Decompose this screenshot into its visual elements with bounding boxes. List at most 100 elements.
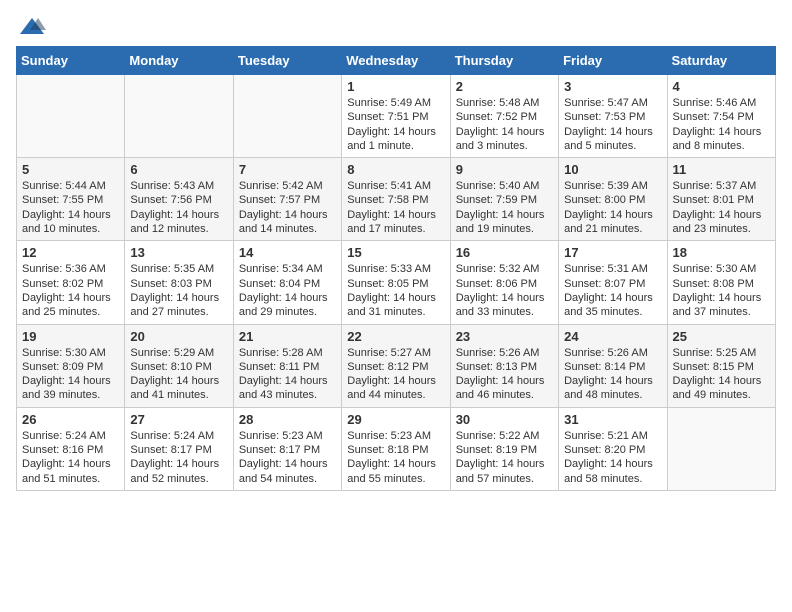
day-number: 1 bbox=[347, 79, 444, 94]
day-info-line: Daylight: 14 hours and 1 minute. bbox=[347, 125, 444, 154]
day-number: 9 bbox=[456, 162, 553, 177]
day-info-line: Sunset: 8:13 PM bbox=[456, 360, 553, 374]
day-info-line: Daylight: 14 hours and 37 minutes. bbox=[673, 291, 770, 320]
day-info-line: Daylight: 14 hours and 41 minutes. bbox=[130, 374, 227, 403]
calendar-cell bbox=[17, 75, 125, 158]
day-info-line: Sunset: 7:51 PM bbox=[347, 110, 444, 124]
day-info-line: Sunrise: 5:22 AM bbox=[456, 429, 553, 443]
day-info-line: Sunrise: 5:27 AM bbox=[347, 346, 444, 360]
day-number: 27 bbox=[130, 412, 227, 427]
day-info-line: Sunrise: 5:30 AM bbox=[22, 346, 119, 360]
day-number: 3 bbox=[564, 79, 661, 94]
day-number: 11 bbox=[673, 162, 770, 177]
day-info-line: Daylight: 14 hours and 17 minutes. bbox=[347, 208, 444, 237]
day-info-line: Sunrise: 5:49 AM bbox=[347, 96, 444, 110]
calendar-cell: 14Sunrise: 5:34 AMSunset: 8:04 PMDayligh… bbox=[233, 241, 341, 324]
day-number: 18 bbox=[673, 245, 770, 260]
day-info-line: Sunset: 8:12 PM bbox=[347, 360, 444, 374]
day-info-line: Daylight: 14 hours and 52 minutes. bbox=[130, 457, 227, 486]
day-info-line: Sunset: 8:17 PM bbox=[239, 443, 336, 457]
calendar-week-row: 1Sunrise: 5:49 AMSunset: 7:51 PMDaylight… bbox=[17, 75, 776, 158]
calendar-week-row: 19Sunrise: 5:30 AMSunset: 8:09 PMDayligh… bbox=[17, 324, 776, 407]
day-number: 21 bbox=[239, 329, 336, 344]
day-info-line: Daylight: 14 hours and 33 minutes. bbox=[456, 291, 553, 320]
day-info-line: Sunrise: 5:48 AM bbox=[456, 96, 553, 110]
day-info-line: Daylight: 14 hours and 14 minutes. bbox=[239, 208, 336, 237]
day-number: 12 bbox=[22, 245, 119, 260]
calendar-cell: 8Sunrise: 5:41 AMSunset: 7:58 PMDaylight… bbox=[342, 158, 450, 241]
day-info-line: Sunrise: 5:33 AM bbox=[347, 262, 444, 276]
day-info-line: Sunrise: 5:40 AM bbox=[456, 179, 553, 193]
weekday-header-thursday: Thursday bbox=[450, 47, 558, 75]
calendar-cell: 13Sunrise: 5:35 AMSunset: 8:03 PMDayligh… bbox=[125, 241, 233, 324]
day-info-line: Sunset: 8:01 PM bbox=[673, 193, 770, 207]
calendar-cell: 2Sunrise: 5:48 AMSunset: 7:52 PMDaylight… bbox=[450, 75, 558, 158]
calendar-cell bbox=[125, 75, 233, 158]
day-info-line: Daylight: 14 hours and 46 minutes. bbox=[456, 374, 553, 403]
day-info-line: Daylight: 14 hours and 54 minutes. bbox=[239, 457, 336, 486]
day-info-line: Daylight: 14 hours and 55 minutes. bbox=[347, 457, 444, 486]
day-info-line: Daylight: 14 hours and 27 minutes. bbox=[130, 291, 227, 320]
day-number: 30 bbox=[456, 412, 553, 427]
calendar-cell: 25Sunrise: 5:25 AMSunset: 8:15 PMDayligh… bbox=[667, 324, 775, 407]
day-info-line: Daylight: 14 hours and 21 minutes. bbox=[564, 208, 661, 237]
day-info-line: Daylight: 14 hours and 58 minutes. bbox=[564, 457, 661, 486]
calendar-cell bbox=[233, 75, 341, 158]
day-info-line: Daylight: 14 hours and 39 minutes. bbox=[22, 374, 119, 403]
day-info-line: Sunset: 8:18 PM bbox=[347, 443, 444, 457]
weekday-header-wednesday: Wednesday bbox=[342, 47, 450, 75]
day-info-line: Sunrise: 5:24 AM bbox=[130, 429, 227, 443]
day-info-line: Sunrise: 5:35 AM bbox=[130, 262, 227, 276]
header bbox=[16, 16, 776, 34]
day-number: 26 bbox=[22, 412, 119, 427]
day-info-line: Sunset: 8:08 PM bbox=[673, 277, 770, 291]
day-number: 20 bbox=[130, 329, 227, 344]
day-info-line: Sunset: 8:04 PM bbox=[239, 277, 336, 291]
day-info-line: Sunset: 8:00 PM bbox=[564, 193, 661, 207]
calendar-cell: 27Sunrise: 5:24 AMSunset: 8:17 PMDayligh… bbox=[125, 407, 233, 490]
day-info-line: Sunset: 8:20 PM bbox=[564, 443, 661, 457]
day-number: 17 bbox=[564, 245, 661, 260]
day-info-line: Sunset: 8:14 PM bbox=[564, 360, 661, 374]
day-info-line: Daylight: 14 hours and 25 minutes. bbox=[22, 291, 119, 320]
day-info-line: Daylight: 14 hours and 5 minutes. bbox=[564, 125, 661, 154]
day-info-line: Sunrise: 5:21 AM bbox=[564, 429, 661, 443]
calendar-cell: 29Sunrise: 5:23 AMSunset: 8:18 PMDayligh… bbox=[342, 407, 450, 490]
day-number: 16 bbox=[456, 245, 553, 260]
day-info-line: Daylight: 14 hours and 49 minutes. bbox=[673, 374, 770, 403]
calendar: SundayMondayTuesdayWednesdayThursdayFrid… bbox=[16, 46, 776, 491]
calendar-cell: 9Sunrise: 5:40 AMSunset: 7:59 PMDaylight… bbox=[450, 158, 558, 241]
day-number: 22 bbox=[347, 329, 444, 344]
day-number: 14 bbox=[239, 245, 336, 260]
day-info-line: Sunset: 8:09 PM bbox=[22, 360, 119, 374]
weekday-header-friday: Friday bbox=[559, 47, 667, 75]
day-info-line: Sunset: 8:10 PM bbox=[130, 360, 227, 374]
day-info-line: Sunset: 8:07 PM bbox=[564, 277, 661, 291]
day-info-line: Sunset: 7:53 PM bbox=[564, 110, 661, 124]
day-info-line: Sunrise: 5:25 AM bbox=[673, 346, 770, 360]
day-info-line: Sunset: 7:55 PM bbox=[22, 193, 119, 207]
day-info-line: Daylight: 14 hours and 43 minutes. bbox=[239, 374, 336, 403]
logo-icon bbox=[18, 16, 46, 38]
calendar-cell: 15Sunrise: 5:33 AMSunset: 8:05 PMDayligh… bbox=[342, 241, 450, 324]
weekday-header-saturday: Saturday bbox=[667, 47, 775, 75]
day-number: 6 bbox=[130, 162, 227, 177]
calendar-cell: 5Sunrise: 5:44 AMSunset: 7:55 PMDaylight… bbox=[17, 158, 125, 241]
calendar-header-row: SundayMondayTuesdayWednesdayThursdayFrid… bbox=[17, 47, 776, 75]
day-info-line: Sunset: 8:16 PM bbox=[22, 443, 119, 457]
day-info-line: Daylight: 14 hours and 48 minutes. bbox=[564, 374, 661, 403]
day-info-line: Daylight: 14 hours and 8 minutes. bbox=[673, 125, 770, 154]
day-info-line: Daylight: 14 hours and 35 minutes. bbox=[564, 291, 661, 320]
calendar-cell: 7Sunrise: 5:42 AMSunset: 7:57 PMDaylight… bbox=[233, 158, 341, 241]
day-info-line: Sunset: 7:52 PM bbox=[456, 110, 553, 124]
day-number: 25 bbox=[673, 329, 770, 344]
day-number: 4 bbox=[673, 79, 770, 94]
logo bbox=[16, 16, 46, 34]
weekday-header-monday: Monday bbox=[125, 47, 233, 75]
day-info-line: Sunset: 8:05 PM bbox=[347, 277, 444, 291]
day-info-line: Sunset: 7:59 PM bbox=[456, 193, 553, 207]
day-info-line: Daylight: 14 hours and 29 minutes. bbox=[239, 291, 336, 320]
day-info-line: Sunset: 8:03 PM bbox=[130, 277, 227, 291]
day-info-line: Sunset: 8:02 PM bbox=[22, 277, 119, 291]
calendar-cell: 10Sunrise: 5:39 AMSunset: 8:00 PMDayligh… bbox=[559, 158, 667, 241]
